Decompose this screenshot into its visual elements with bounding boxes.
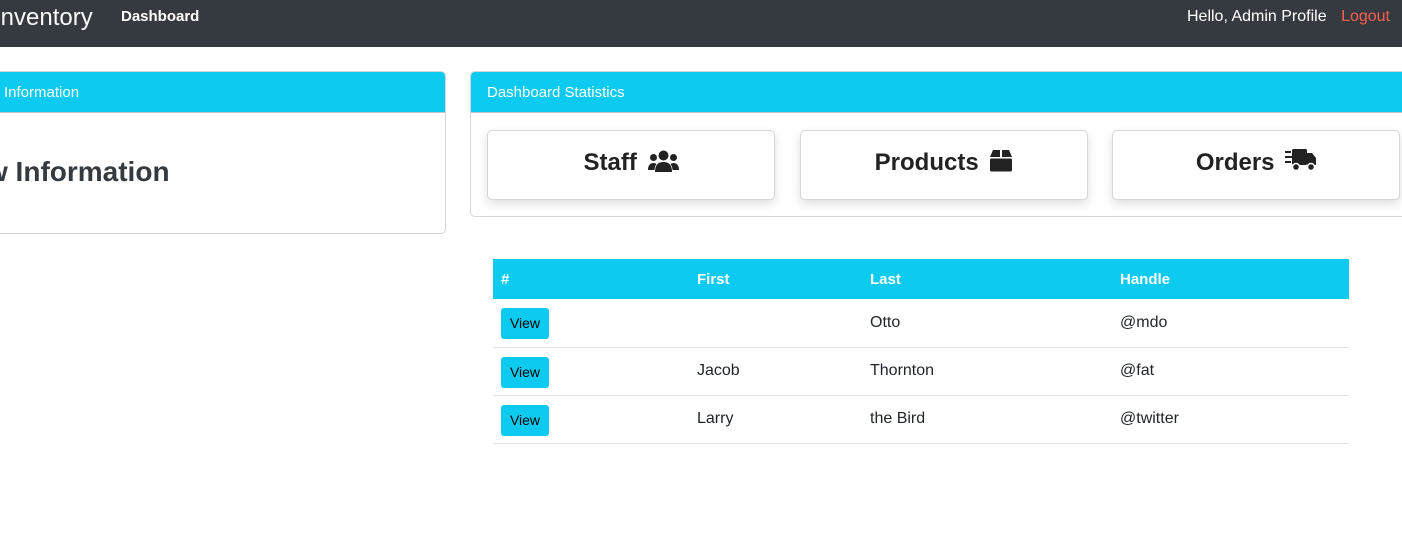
records-table: # First Last Handle View Otto @mdo View … [493,259,1349,444]
cell-handle: @mdo [1112,299,1349,348]
table-header-row: # First Last Handle [493,259,1349,299]
table-row: View Larry the Bird @twitter [493,395,1349,444]
nav-link-dashboard[interactable]: Dashboard [121,8,199,25]
staff-stat-card[interactable]: Staff [487,130,775,200]
profile-link[interactable]: Admin Profile [1231,8,1326,25]
view-button[interactable]: View [501,404,549,436]
header-first: First [697,270,730,288]
cell-first: Jacob [689,347,862,396]
information-title: w Information [0,156,170,187]
orders-label: Orders [1195,149,1275,176]
staff-label: Staff [583,149,637,176]
table-row: View Jacob Thornton @fat [493,347,1349,396]
cell-last: the Bird [862,395,1112,444]
dashboard-statistics-header: Dashboard Statistics [471,72,1402,113]
view-button[interactable]: View [501,308,549,340]
truck-icon [1285,149,1317,172]
products-label: Products [874,149,979,176]
view-button[interactable]: View [501,356,549,388]
box-icon [990,150,1013,172]
brand-logo[interactable]: Inventory [0,4,93,32]
information-card-header: Information [0,72,445,113]
information-card: Information w Information [0,71,446,234]
header-number: # [501,270,510,288]
table-row: View Otto @mdo [493,299,1349,348]
user-menu: Hello, Admin Profile Logout [1187,8,1390,26]
cell-first: Larry [689,395,862,444]
logout-link[interactable]: Logout [1341,8,1390,25]
orders-stat-card[interactable]: Orders [1112,130,1400,200]
cell-handle: @fat [1112,347,1349,396]
cell-first [689,299,862,348]
dashboard-statistics-card: Dashboard Statistics Staff Products Orde… [470,71,1402,217]
header-handle: Handle [1120,270,1171,288]
greeting-text: Hello, [1186,8,1228,25]
cell-last: Thornton [862,347,1112,396]
cell-last: Otto [862,299,1112,348]
top-navbar: Inventory Dashboard Hello, Admin Profile… [0,0,1402,47]
products-stat-card[interactable]: Products [800,130,1088,200]
header-last: Last [870,270,901,288]
users-icon [647,150,679,172]
cell-handle: @twitter [1112,395,1349,444]
